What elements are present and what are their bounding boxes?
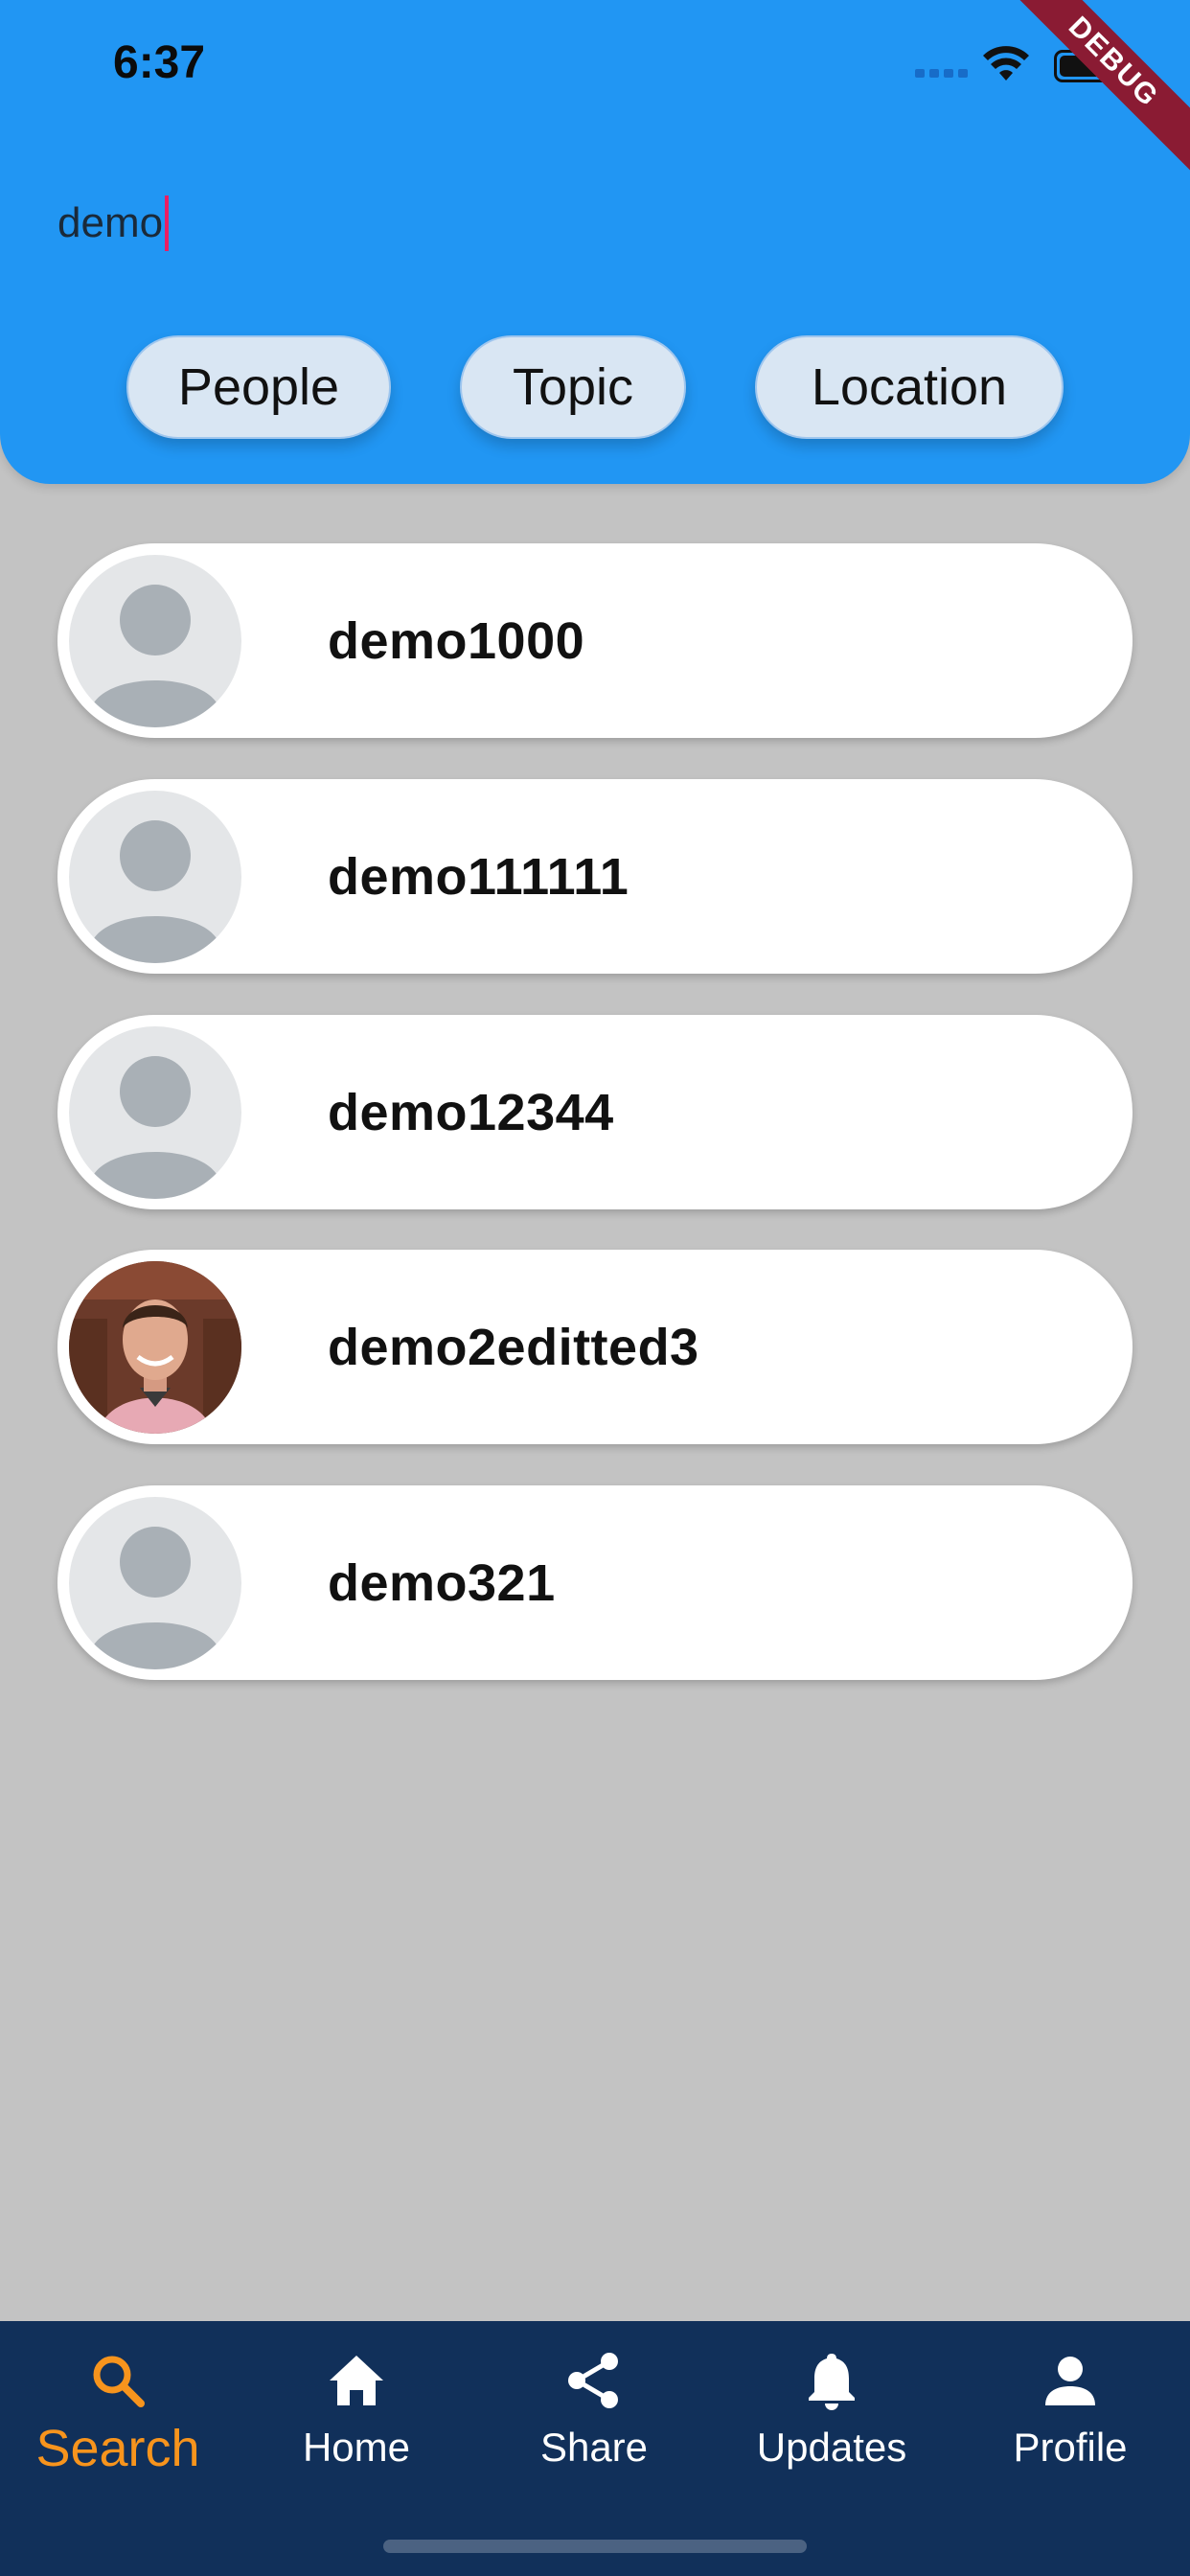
result-name: demo2editted3 [328, 1318, 699, 1376]
default-avatar-icon [69, 555, 241, 727]
default-avatar-icon [69, 791, 241, 963]
result-item[interactable]: demo321 [57, 1485, 1133, 1680]
result-name: demo321 [328, 1553, 556, 1612]
nav-label: Search [35, 2420, 200, 2477]
result-name: demo111111 [328, 847, 629, 906]
search-input[interactable]: demo [57, 190, 1111, 257]
filter-chip-topic[interactable]: Topic [460, 335, 686, 439]
home-icon [330, 2356, 383, 2405]
nav-profile[interactable]: Profile [965, 2350, 1176, 2503]
result-item[interactable]: demo111111 [57, 779, 1133, 974]
default-avatar-icon [69, 1497, 241, 1669]
result-item[interactable]: demo2editted3 [57, 1250, 1133, 1444]
user-photo [69, 1261, 241, 1434]
bottom-navigation: Search Home Share Updates Profile [0, 2321, 1190, 2576]
nav-updates[interactable]: Updates [726, 2350, 937, 2503]
bell-icon [809, 2354, 855, 2410]
search-header: 6:37 DEBUG demo People Topic Location [0, 0, 1190, 484]
nav-label: Share [539, 2425, 649, 2470]
nav-label: Home [302, 2425, 411, 2470]
search-input-value: demo [57, 199, 164, 246]
nav-label: Profile [1013, 2425, 1128, 2470]
person-icon [1045, 2357, 1095, 2405]
search-icon [93, 2356, 145, 2407]
status-time: 6:37 [113, 37, 206, 88]
default-avatar-icon [69, 1026, 241, 1199]
text-caret [165, 196, 170, 251]
result-name: demo12344 [328, 1083, 614, 1141]
cellular-signal-icon [915, 69, 968, 78]
result-item[interactable]: demo1000 [57, 543, 1133, 738]
result-name: demo1000 [328, 611, 585, 670]
nav-home[interactable]: Home [251, 2350, 462, 2503]
nav-search[interactable]: Search [12, 2350, 223, 2503]
nav-share[interactable]: Share [489, 2350, 699, 2503]
result-item[interactable]: demo12344 [57, 1015, 1133, 1209]
share-icon [568, 2353, 618, 2408]
filter-chip-people[interactable]: People [126, 335, 391, 439]
wifi-icon [983, 46, 1029, 80]
debug-banner: DEBUG [995, 0, 1190, 180]
filter-chip-location[interactable]: Location [755, 335, 1064, 439]
home-indicator [383, 2540, 807, 2553]
nav-label: Updates [756, 2425, 907, 2470]
